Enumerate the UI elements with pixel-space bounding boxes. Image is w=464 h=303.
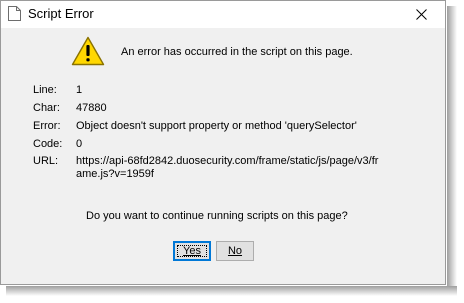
window-shadow-bottom (6, 286, 457, 296)
warning-icon (71, 36, 105, 66)
detail-label: Line: (33, 84, 57, 96)
error-message: An error has occurred in the script on t… (121, 46, 353, 58)
yes-button[interactable]: Yes (173, 241, 211, 261)
window-shadow-right (447, 6, 457, 296)
window-title: Script Error (28, 6, 94, 21)
close-icon (416, 9, 427, 20)
detail-value: 1 (76, 84, 83, 96)
detail-value: 47880 (76, 102, 107, 114)
close-button[interactable] (399, 1, 445, 28)
detail-label: Char: (33, 102, 60, 114)
document-icon (8, 6, 21, 21)
no-button[interactable]: No (216, 241, 254, 261)
detail-label: Error: (33, 120, 61, 132)
detail-label: Code: (33, 138, 63, 150)
dialog-body: An error has occurred in the script on t… (1, 28, 445, 284)
script-error-dialog: Script Error An error has occurred in th… (0, 0, 446, 285)
detail-label: URL: (33, 155, 59, 167)
detail-value: Object doesn't support property or metho… (76, 120, 357, 132)
yes-button-label: Yes (183, 245, 201, 257)
no-button-label: No (227, 245, 243, 257)
title-bar[interactable]: Script Error (1, 1, 445, 28)
screenshot: Script Error An error has occurred in th… (0, 0, 464, 303)
url-value: https://api-68fd2842.duosecurity.com/fra… (76, 155, 379, 180)
detail-value: 0 (76, 138, 83, 150)
continue-question: Do you want to continue running scripts … (86, 210, 348, 222)
